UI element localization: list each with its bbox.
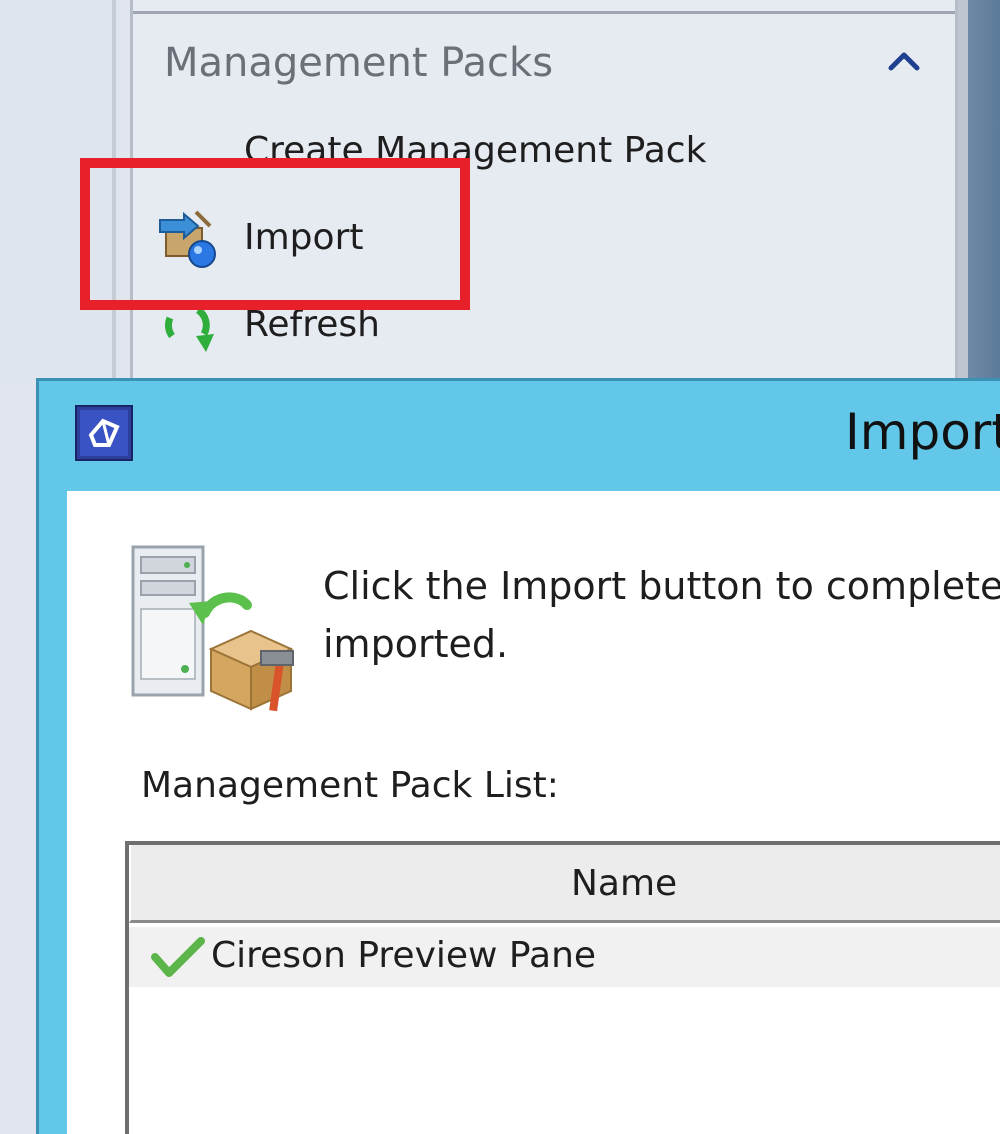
pane-scroll-edge [958,0,1000,380]
management-pack-list[interactable]: Name Cireson Preview Pane [125,841,1000,1134]
tasks-pane-top-bar [133,0,955,14]
instruction-line-1: Click the Import button to complete t [323,564,1000,608]
install-package-icon [131,545,294,712]
dialog-title: Import [845,403,1000,461]
section-title-management-packs[interactable]: Management Packs [164,40,553,86]
chevron-up-icon[interactable] [886,46,922,76]
highlight-annotation-box [80,158,470,310]
list-header: Name [129,845,1000,923]
instruction-text: Click the Import button to complete t im… [323,557,1000,673]
list-row[interactable]: Cireson Preview Pane [129,927,1000,987]
dialog-body: Click the Import button to complete t im… [67,491,1000,1134]
management-pack-app-icon [75,405,133,461]
column-header-name[interactable]: Name [571,863,677,904]
import-dialog: Import Click the Import button to comple… [36,378,1000,1134]
checkmark-icon [151,937,205,977]
management-pack-list-label: Management Pack List: [141,765,559,806]
task-refresh[interactable]: Refresh [244,304,380,345]
list-row-name: Cireson Preview Pane [211,935,597,976]
instruction-line-2: imported. [323,622,509,666]
